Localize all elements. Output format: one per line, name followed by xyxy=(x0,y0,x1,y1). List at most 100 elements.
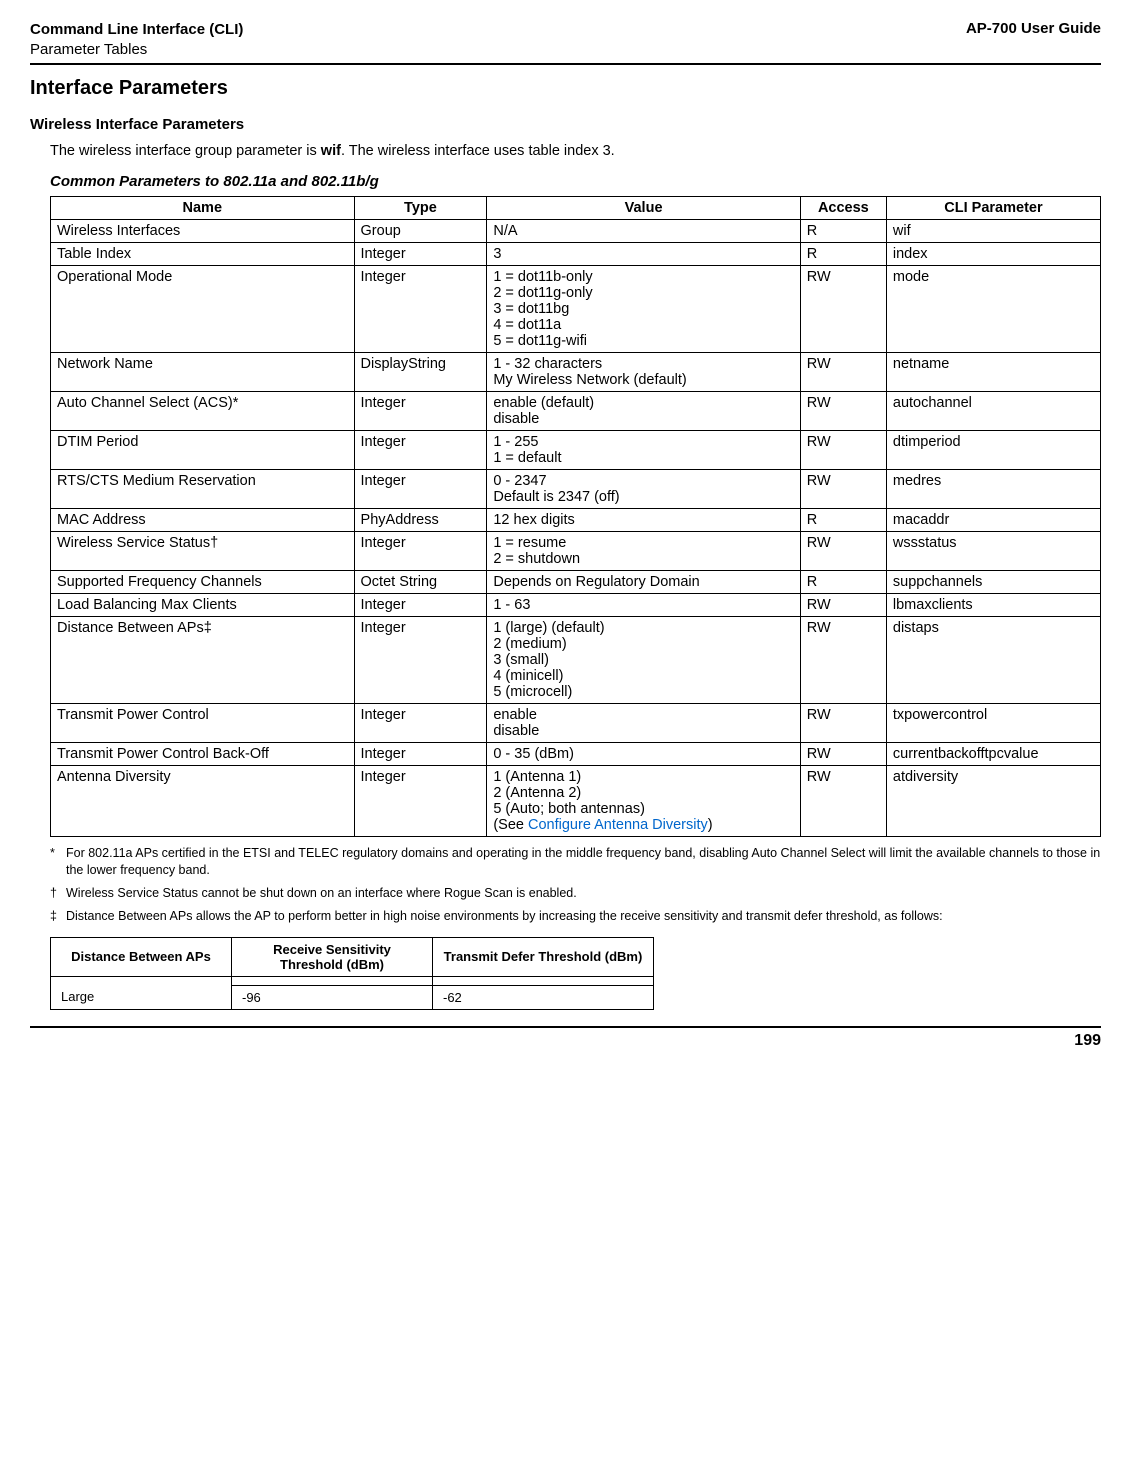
cell-value: 1 = resume2 = shutdown xyxy=(487,532,800,571)
cell-name: Table Index xyxy=(51,243,355,266)
cell-access: RW xyxy=(800,431,886,470)
parameters-table: Name Type Value Access CLI Parameter Wir… xyxy=(50,196,1101,837)
header-left: Command Line Interface (CLI) Parameter T… xyxy=(30,20,243,59)
cell-name: Transmit Power Control xyxy=(51,704,355,743)
cell-value: 3 xyxy=(487,243,800,266)
cell-cli: medres xyxy=(886,470,1100,509)
distance-table: Distance Between APs Receive Sensitivity… xyxy=(50,937,654,1010)
cell-type: Integer xyxy=(354,532,487,571)
col-type: Type xyxy=(354,197,487,220)
cell-access: RW xyxy=(800,594,886,617)
table-row: Operational ModeInteger1 = dot11b-only2 … xyxy=(51,266,1101,353)
cell-type: Integer xyxy=(354,266,487,353)
cell-value: enabledisable xyxy=(487,704,800,743)
cell-dist-blank xyxy=(51,976,232,985)
cell-type: Integer xyxy=(354,704,487,743)
cell-name: DTIM Period xyxy=(51,431,355,470)
cell-value: 12 hex digits xyxy=(487,509,800,532)
table-row: Network NameDisplayString1 - 32 characte… xyxy=(51,353,1101,392)
cell-type: Integer xyxy=(354,243,487,266)
col-dist: Distance Between APs xyxy=(51,937,232,976)
cell-name: Operational Mode xyxy=(51,266,355,353)
cell-value: N/A xyxy=(487,220,800,243)
table-row: Transmit Power ControlIntegerenabledisab… xyxy=(51,704,1101,743)
cell-access: RW xyxy=(800,766,886,837)
cell-access: RW xyxy=(800,470,886,509)
intro-text-a: The wireless interface group parameter i… xyxy=(50,143,321,159)
cell-value: 0 - 2347Default is 2347 (off) xyxy=(487,470,800,509)
table-row: MAC AddressPhyAddress12 hex digitsRmacad… xyxy=(51,509,1101,532)
guide-name: AP-700 User Guide xyxy=(966,20,1101,59)
cell-dist: Large xyxy=(51,985,232,1009)
col-value: Value xyxy=(487,197,800,220)
col-recv: Receive Sensitivity Threshold (dBm) xyxy=(232,937,433,976)
cell-name: RTS/CTS Medium Reservation xyxy=(51,470,355,509)
cell-access: R xyxy=(800,509,886,532)
cell-type: Integer xyxy=(354,766,487,837)
cell-cli: netname xyxy=(886,353,1100,392)
page-header: Command Line Interface (CLI) Parameter T… xyxy=(30,20,1101,65)
cell-trans-blank xyxy=(433,976,654,985)
cell-name: Load Balancing Max Clients xyxy=(51,594,355,617)
cell-cli: txpowercontrol xyxy=(886,704,1100,743)
table-row: Auto Channel Select (ACS)*Integerenable … xyxy=(51,392,1101,431)
intro-paragraph: The wireless interface group parameter i… xyxy=(50,143,1101,159)
cell-value: 1 - 32 charactersMy Wireless Network (de… xyxy=(487,353,800,392)
table-row: Transmit Power Control Back-OffInteger0 … xyxy=(51,743,1101,766)
table-row: Supported Frequency ChannelsOctet String… xyxy=(51,571,1101,594)
cell-cli: atdiversity xyxy=(886,766,1100,837)
cell-cli: mode xyxy=(886,266,1100,353)
cell-value: enable (default)disable xyxy=(487,392,800,431)
page-number: 199 xyxy=(1074,1032,1101,1049)
cell-type: Integer xyxy=(354,392,487,431)
cell-type: Integer xyxy=(354,431,487,470)
table-caption: Common Parameters to 802.11a and 802.11b… xyxy=(50,173,1101,190)
link-configure-antenna-diversity[interactable]: Configure Antenna Diversity xyxy=(528,817,708,833)
cell-cli: wssstatus xyxy=(886,532,1100,571)
cell-access: RW xyxy=(800,266,886,353)
cell-type: Integer xyxy=(354,470,487,509)
cell-name: Antenna Diversity xyxy=(51,766,355,837)
table-row: Wireless Service Status†Integer1 = resum… xyxy=(51,532,1101,571)
intro-text-b: wif xyxy=(321,143,341,159)
cell-access: RW xyxy=(800,392,886,431)
cell-cli: macaddr xyxy=(886,509,1100,532)
cell-access: RW xyxy=(800,704,886,743)
section-title: Interface Parameters xyxy=(30,77,1101,100)
footnote-star-text: For 802.11a APs certified in the ETSI an… xyxy=(66,845,1101,879)
cell-cli: index xyxy=(886,243,1100,266)
distance-header-row: Distance Between APs Receive Sensitivity… xyxy=(51,937,654,976)
cell-trans: -62 xyxy=(433,985,654,1009)
cell-type: PhyAddress xyxy=(354,509,487,532)
cell-access: RW xyxy=(800,353,886,392)
cell-cli: distaps xyxy=(886,617,1100,704)
doc-subtitle: Parameter Tables xyxy=(30,40,243,60)
table-row: Antenna DiversityInteger1 (Antenna 1)2 (… xyxy=(51,766,1101,837)
cell-cli: wif xyxy=(886,220,1100,243)
footnote-ddagger-mark: ‡ xyxy=(50,908,66,925)
cell-name: Wireless Service Status† xyxy=(51,532,355,571)
cell-access: R xyxy=(800,571,886,594)
cell-name: Supported Frequency Channels xyxy=(51,571,355,594)
table-row: RTS/CTS Medium ReservationInteger0 - 234… xyxy=(51,470,1101,509)
cell-cli: currentbackofftpcvalue xyxy=(886,743,1100,766)
intro-text-c: . The wireless interface uses table inde… xyxy=(341,143,615,159)
cell-name: Distance Between APs‡ xyxy=(51,617,355,704)
table-row: Table IndexInteger3Rindex xyxy=(51,243,1101,266)
cell-type: DisplayString xyxy=(354,353,487,392)
footnotes: * For 802.11a APs certified in the ETSI … xyxy=(50,845,1101,925)
cell-type: Integer xyxy=(354,617,487,704)
cell-value: 1 = dot11b-only2 = dot11g-only3 = dot11b… xyxy=(487,266,800,353)
cell-access: RW xyxy=(800,743,886,766)
cell-recv-blank xyxy=(232,976,433,985)
cell-access: R xyxy=(800,243,886,266)
cell-value: 1 - 63 xyxy=(487,594,800,617)
cell-access: R xyxy=(800,220,886,243)
table-row: Distance Between APs‡Integer1 (large) (d… xyxy=(51,617,1101,704)
footnote-star-mark: * xyxy=(50,845,66,879)
cell-recv: -96 xyxy=(232,985,433,1009)
cell-type: Group xyxy=(354,220,487,243)
col-name: Name xyxy=(51,197,355,220)
table-row: Large -96 -62 xyxy=(51,985,654,1009)
cell-type: Octet String xyxy=(354,571,487,594)
